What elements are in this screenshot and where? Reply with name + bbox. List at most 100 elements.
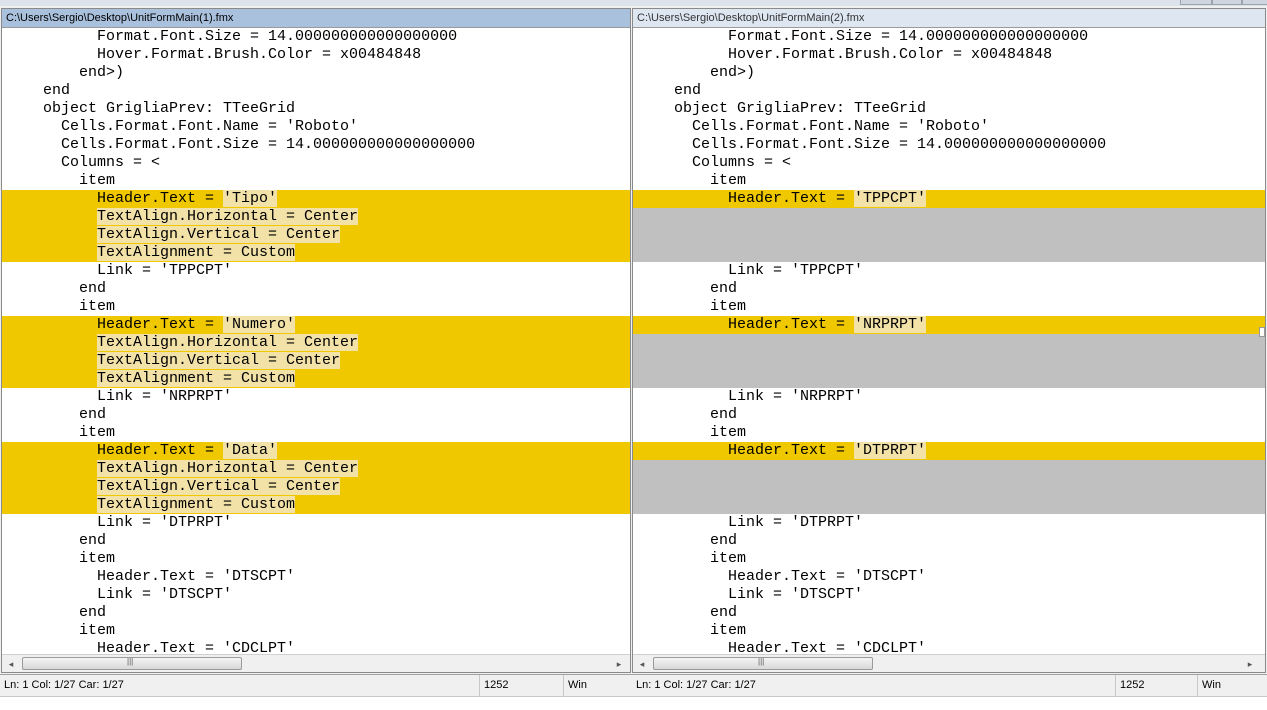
code-line: end xyxy=(7,280,107,297)
left-scroll-thumb[interactable]: ||| xyxy=(22,657,242,670)
cursor-position: Ln: 1 Col: 1/27 Car: 1/27 xyxy=(0,675,480,696)
code-line: item xyxy=(638,550,747,567)
code-line: object GrigliaPrev: TTeeGrid xyxy=(7,100,296,117)
code-line: end xyxy=(638,82,702,99)
line-text xyxy=(7,352,97,369)
changed-line: TextAlignment = Custom xyxy=(2,496,630,514)
line-text: Header.Text = xyxy=(638,316,855,333)
diff-text: 'Data' xyxy=(223,442,278,459)
code-line: end xyxy=(638,532,738,549)
changed-line: Header.Text = 'Data' xyxy=(2,442,630,460)
code-line: item xyxy=(7,622,116,639)
code-line: Header.Text = 'CDCLPT' xyxy=(7,640,296,654)
code-line: end>) xyxy=(7,64,125,81)
changed-line: TextAlign.Horizontal = Center xyxy=(2,208,630,226)
code-line: Cells.Format.Font.Size = 14.000000000000… xyxy=(7,136,476,153)
code-line: Link = 'DTSCPT' xyxy=(7,586,233,603)
line-text: Header.Text = xyxy=(7,316,224,333)
code-line: Cells.Format.Font.Size = 14.000000000000… xyxy=(638,136,1107,153)
line-ending: Win xyxy=(1202,679,1221,691)
code-line: Link = 'DTPRPT' xyxy=(638,514,864,531)
changed-line: TextAlign.Vertical = Center xyxy=(2,226,630,244)
code-line: Columns = < xyxy=(638,154,792,171)
changed-line: TextAlign.Vertical = Center xyxy=(2,478,630,496)
missing-line xyxy=(633,478,1265,496)
code-line: Link = 'TPPCPT' xyxy=(7,262,233,279)
code-line: Format.Font.Size = 14.000000000000000000 xyxy=(7,28,458,45)
code-line: Header.Text = 'DTSCPT' xyxy=(7,568,296,585)
line-text: Header.Text = xyxy=(638,442,855,459)
code-line: end>) xyxy=(638,64,756,81)
code-line: Hover.Format.Brush.Color = x00484848 xyxy=(638,46,1053,63)
code-line: item xyxy=(638,424,747,441)
diff-text: 'Tipo' xyxy=(223,190,278,207)
scroll-right-arrow-icon[interactable]: ▸ xyxy=(1243,657,1257,671)
minimize-button[interactable] xyxy=(1180,0,1212,5)
code-line: object GrigliaPrev: TTeeGrid xyxy=(638,100,927,117)
window-top-strip xyxy=(0,0,1267,6)
grip-icon: ||| xyxy=(758,657,765,666)
line-text: Header.Text = xyxy=(638,190,855,207)
diff-text: TextAlign.Horizontal = Center xyxy=(97,460,359,477)
changed-line: Header.Text = 'DTPRPT' xyxy=(633,442,1265,460)
code-line: item xyxy=(638,298,747,315)
code-line: Link = 'DTPRPT' xyxy=(7,514,233,531)
line-text xyxy=(7,226,97,243)
right-file-path: C:\Users\Sergio\Desktop\UnitFormMain(2).… xyxy=(633,9,1265,28)
code-line: Link = 'TPPCPT' xyxy=(638,262,864,279)
line-text xyxy=(7,334,97,351)
line-ending: Win xyxy=(568,679,587,691)
code-line: Columns = < xyxy=(7,154,161,171)
diff-text: TextAlignment = Custom xyxy=(97,496,296,513)
changed-line: Header.Text = 'NRPRPT' xyxy=(633,316,1265,334)
maximize-button[interactable] xyxy=(1212,0,1242,5)
code-line: Header.Text = 'CDCLPT' xyxy=(638,640,927,654)
diff-text: 'Numero' xyxy=(223,316,296,333)
scroll-right-arrow-icon[interactable]: ▸ xyxy=(612,657,626,671)
code-line: end xyxy=(638,406,738,423)
missing-line xyxy=(633,334,1265,352)
left-horizontal-scrollbar[interactable]: ◂ ||| ▸ xyxy=(2,654,630,672)
close-button[interactable] xyxy=(1242,0,1267,5)
scroll-left-arrow-icon[interactable]: ◂ xyxy=(635,657,649,671)
diff-text: TextAlignment = Custom xyxy=(97,370,296,387)
left-status-bar: Ln: 1 Col: 1/27 Car: 1/27 1252 Win xyxy=(0,674,632,696)
right-file-pane[interactable]: C:\Users\Sergio\Desktop\UnitFormMain(2).… xyxy=(632,8,1266,673)
file-size: 1252 xyxy=(480,675,564,696)
changed-line: Header.Text = 'Tipo' xyxy=(2,190,630,208)
right-status-bar: Ln: 1 Col: 1/27 Car: 1/27 1252 Win xyxy=(632,674,1267,696)
diff-text: TextAlign.Vertical = Center xyxy=(97,226,341,243)
code-line: end xyxy=(7,532,107,549)
left-file-pane[interactable]: C:\Users\Sergio\Desktop\UnitFormMain(1).… xyxy=(1,8,631,673)
line-text xyxy=(7,478,97,495)
missing-line xyxy=(633,208,1265,226)
line-text xyxy=(7,496,97,513)
code-line: Header.Text = 'DTSCPT' xyxy=(638,568,927,585)
code-line: item xyxy=(7,172,116,189)
right-scroll-thumb[interactable]: ||| xyxy=(653,657,873,670)
missing-line xyxy=(633,460,1265,478)
file-size: 1252 xyxy=(1116,675,1198,696)
code-line: Link = 'NRPRPT' xyxy=(638,388,864,405)
diff-text: TextAlign.Vertical = Center xyxy=(97,478,341,495)
line-text xyxy=(7,244,97,261)
code-line: end xyxy=(638,604,738,621)
missing-line xyxy=(633,370,1265,388)
code-line: Format.Font.Size = 14.000000000000000000 xyxy=(638,28,1089,45)
scroll-left-arrow-icon[interactable]: ◂ xyxy=(4,657,18,671)
diff-text: TextAlign.Vertical = Center xyxy=(97,352,341,369)
diff-text: 'DTPRPT' xyxy=(854,442,927,459)
right-code-view[interactable]: Format.Font.Size = 14.000000000000000000… xyxy=(633,28,1265,654)
code-line: item xyxy=(638,622,747,639)
changed-line: TextAlign.Horizontal = Center xyxy=(2,460,630,478)
left-code-view[interactable]: Format.Font.Size = 14.000000000000000000… xyxy=(2,28,630,654)
code-line: Hover.Format.Brush.Color = x00484848 xyxy=(7,46,422,63)
right-horizontal-scrollbar[interactable]: ◂ ||| ▸ xyxy=(633,654,1265,672)
diff-text: TextAlignment = Custom xyxy=(97,244,296,261)
code-line: end xyxy=(638,280,738,297)
line-text xyxy=(7,370,97,387)
diff-text: 'NRPRPT' xyxy=(854,316,927,333)
changed-line: TextAlignment = Custom xyxy=(2,244,630,262)
vertical-scroll-marker[interactable] xyxy=(1259,327,1265,337)
line-text xyxy=(7,460,97,477)
